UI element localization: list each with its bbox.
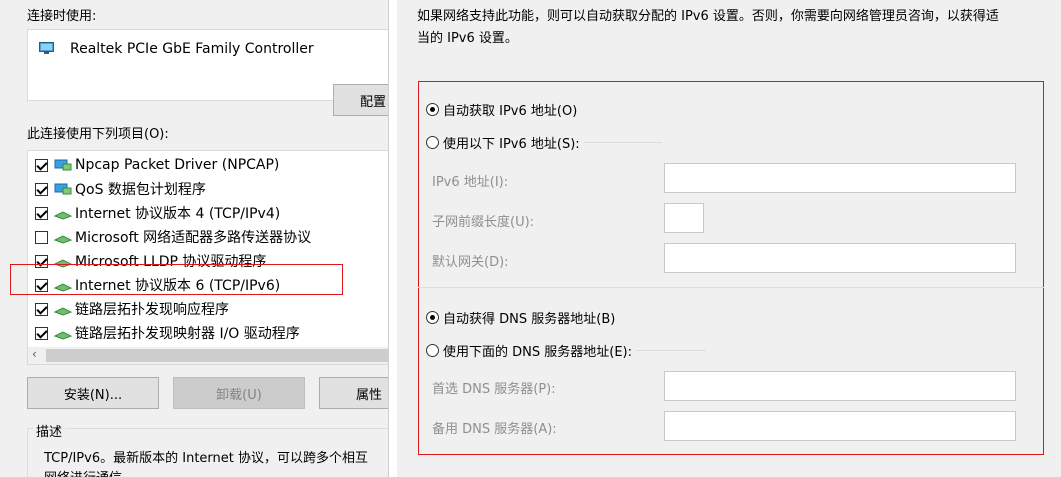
item-label: Microsoft 网络适配器多路传送器协议 <box>75 230 312 246</box>
manual-ipv6-radio[interactable] <box>426 136 439 149</box>
list-item[interactable]: Microsoft 网络适配器多路传送器协议 <box>35 226 311 248</box>
description-title: 描述 <box>33 421 66 440</box>
intro-text: 如果网络支持此功能，则可以自动获取分配的 IPv6 设置。否则，你需要向网络管理… <box>417 6 1057 50</box>
properties-button[interactable]: 属性 <box>319 377 388 409</box>
manual-ipv6-label: 使用以下 IPv6 地址(S): <box>443 137 580 152</box>
default-gateway-label: 默认网关(D): <box>432 255 509 270</box>
item-checkbox[interactable] <box>35 158 48 172</box>
item-checkbox[interactable] <box>35 302 48 316</box>
connect-using-label: 连接时使用: <box>27 9 97 24</box>
auto-ipv6-radio[interactable] <box>426 103 439 116</box>
preferred-dns-label: 首选 DNS 服务器(P): <box>432 382 556 397</box>
components-list[interactable]: Npcap Packet Driver (NPCAP) QoS 数据包计划程序 … <box>27 150 388 365</box>
configure-button[interactable]: 配置 <box>333 84 388 116</box>
prefix-length-input[interactable] <box>664 203 704 233</box>
intro-line-2: 当的 IPv6 设置。 <box>417 31 518 46</box>
protocol-icon <box>53 307 73 316</box>
adapter-name: Realtek PCIe GbE Family Controller <box>70 41 314 57</box>
description-line-2: 网络进行通信 <box>44 467 122 477</box>
list-item[interactable]: 链路层拓扑发现映射器 I/O 驱动程序 <box>35 322 300 344</box>
auto-dns-label: 自动获得 DNS 服务器地址(B) <box>443 312 616 327</box>
default-gateway-input[interactable] <box>664 243 1016 273</box>
manual-dns-label: 使用下面的 DNS 服务器地址(E): <box>443 345 632 360</box>
network-service-icon <box>54 183 72 195</box>
adapter-properties-dialog: 连接时使用: Realtek PCIe GbE Family Controlle… <box>0 0 388 477</box>
alternate-dns-label: 备用 DNS 服务器(A): <box>432 422 557 437</box>
horizontal-scrollbar[interactable]: ‹ <box>28 347 388 364</box>
manual-dns-radio[interactable] <box>426 344 439 357</box>
item-label: 链路层拓扑发现响应程序 <box>75 302 229 318</box>
item-label: 链路层拓扑发现映射器 I/O 驱动程序 <box>75 326 300 342</box>
preferred-dns-input[interactable] <box>664 371 1016 401</box>
item-checkbox[interactable] <box>35 206 48 220</box>
install-button[interactable]: 安装(N)... <box>27 377 159 409</box>
auto-ipv6-option[interactable]: 自动获取 IPv6 地址(O) <box>426 100 577 119</box>
list-item[interactable]: Internet 协议版本 4 (TCP/IPv4) <box>35 202 280 224</box>
intro-line-1: 如果网络支持此功能，则可以自动获取分配的 IPv6 设置。否则，你需要向网络管理… <box>417 9 999 24</box>
items-label: 此连接使用下列项目(O): <box>27 127 169 142</box>
section-divider <box>418 287 1044 288</box>
scroll-thumb[interactable] <box>46 349 388 362</box>
description-line-1: TCP/IPv6。最新版本的 Internet 协议，可以跨多个相互 <box>44 451 368 466</box>
item-label: Npcap Packet Driver (NPCAP) <box>75 157 280 173</box>
item-label: Internet 协议版本 4 (TCP/IPv4) <box>75 206 281 222</box>
alternate-dns-input[interactable] <box>664 411 1016 441</box>
item-checkbox[interactable] <box>35 230 48 244</box>
manual-dns-option[interactable]: 使用下面的 DNS 服务器地址(E): <box>426 341 636 360</box>
ipv6-address-label: IPv6 地址(I): <box>432 175 509 190</box>
uninstall-button[interactable]: 卸载(U) <box>173 377 305 409</box>
ipv6-address-input[interactable] <box>664 163 1016 193</box>
auto-dns-radio[interactable] <box>426 311 439 324</box>
ipv6-properties-panel: 如果网络支持此功能，则可以自动获取分配的 IPv6 设置。否则，你需要向网络管理… <box>388 0 1061 477</box>
scroll-left-icon[interactable]: ‹ <box>32 347 37 361</box>
item-checkbox[interactable] <box>35 182 48 196</box>
auto-ipv6-label: 自动获取 IPv6 地址(O) <box>443 104 578 119</box>
item-checkbox[interactable] <box>35 326 48 340</box>
item-label: QoS 数据包计划程序 <box>75 182 206 198</box>
protocol-icon <box>53 235 73 244</box>
highlight-ipv6-item <box>10 264 343 295</box>
network-service-icon <box>54 159 72 171</box>
manual-ipv6-option[interactable]: 使用以下 IPv6 地址(S): <box>426 133 584 152</box>
prefix-length-label: 子网前缀长度(U): <box>432 215 535 230</box>
protocol-icon <box>53 331 73 340</box>
list-item[interactable]: 链路层拓扑发现响应程序 <box>35 298 229 320</box>
ipv6-properties-content: 如果网络支持此功能，则可以自动获取分配的 IPv6 设置。否则，你需要向网络管理… <box>397 0 1061 477</box>
protocol-icon <box>53 211 73 220</box>
auto-dns-option[interactable]: 自动获得 DNS 服务器地址(B) <box>426 308 615 327</box>
list-item[interactable]: Npcap Packet Driver (NPCAP) <box>35 154 279 176</box>
list-item[interactable]: QoS 数据包计划程序 <box>35 178 206 200</box>
network-adapter-icon <box>39 42 54 54</box>
